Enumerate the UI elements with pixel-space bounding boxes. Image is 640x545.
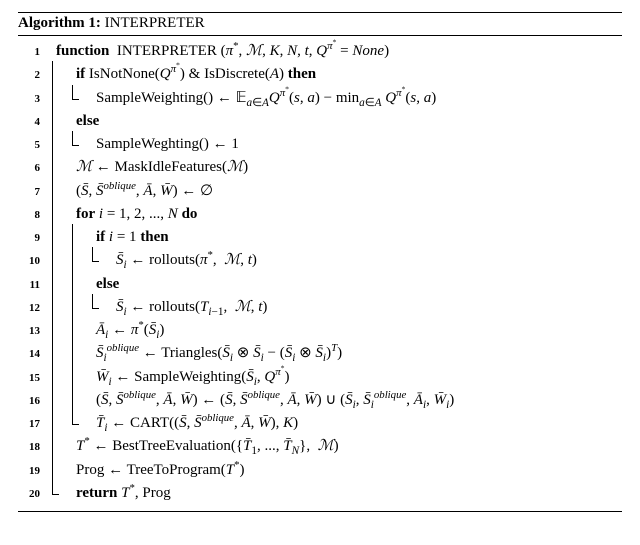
code-line: 4else: [18, 110, 622, 133]
line-text: SampleWeighting() ← 𝔼a∈AQπ*(s, a) − mina…: [46, 87, 436, 110]
algorithm-body: 1function INTERPRETER (π*, ℳ, K, N, t, Q…: [18, 36, 622, 511]
line-text: ℳ ← MaskIdleFeatures(ℳ): [46, 156, 248, 179]
line-content: (S̄, S̄oblique, Ā, W̄) ← ∅: [46, 180, 622, 203]
code-line: 19Prog ← TreeToProgram(T*): [18, 459, 622, 482]
line-number: 8: [18, 207, 46, 224]
code-line: 20return T*, Prog: [18, 482, 622, 505]
line-text: SampleWeghting() ← 1: [46, 133, 239, 156]
line-text: (S̄, S̄oblique, Ā, W̄) ← (S̄, S̄oblique,…: [46, 389, 454, 412]
line-content: W̄i ← SampleWeighting(S̄i, Qπ*): [46, 366, 622, 389]
line-number: 9: [18, 230, 46, 247]
title-number: 1: [88, 15, 96, 31]
line-number: 5: [18, 137, 46, 154]
line-number: 10: [18, 253, 46, 270]
line-content: (S̄, S̄oblique, Ā, W̄) ← (S̄, S̄oblique,…: [46, 389, 622, 412]
algorithm-title: Algorithm 1: INTERPRETER: [18, 13, 622, 36]
title-prefix: Algorithm: [18, 15, 85, 31]
code-line: 6ℳ ← MaskIdleFeatures(ℳ): [18, 156, 622, 179]
line-text: W̄i ← SampleWeighting(S̄i, Qπ*): [46, 366, 290, 389]
line-number: 15: [18, 370, 46, 387]
line-content: S̄i ← rollouts(π*, ℳ, t): [46, 249, 622, 272]
line-text: T* ← BestTreeEvaluation({T̄1, ..., T̄N},…: [46, 435, 339, 458]
line-text: else: [46, 273, 119, 296]
line-number: 17: [18, 416, 46, 433]
code-line: 16(S̄, S̄oblique, Ā, W̄) ← (S̄, S̄obliqu…: [18, 389, 622, 412]
line-text: else: [46, 110, 99, 133]
line-number: 11: [18, 277, 46, 294]
line-number: 7: [18, 184, 46, 201]
line-text: if IsNotNone(Qπ*) & IsDiscrete(A) then: [46, 63, 316, 86]
line-number: 2: [18, 67, 46, 84]
code-line: 13Āi ← π*(S̄i): [18, 319, 622, 342]
code-line: 8for i = 1, 2, ..., N do: [18, 203, 622, 226]
line-content: if i = 1 then: [46, 226, 622, 249]
code-line: 18T* ← BestTreeEvaluation({T̄1, ..., T̄N…: [18, 435, 622, 458]
line-text: S̄i ← rollouts(Ti−1, ℳ, t): [46, 296, 267, 319]
code-line: 14S̄ioblique ← Triangles(S̄i ⊗ S̄i − (S̄…: [18, 342, 622, 365]
title-name: INTERPRETER: [105, 15, 205, 31]
line-content: Āi ← π*(S̄i): [46, 319, 622, 342]
line-number: 4: [18, 114, 46, 131]
code-line: 9if i = 1 then: [18, 226, 622, 249]
line-number: 1: [18, 44, 46, 61]
algorithm-block: Algorithm 1: INTERPRETER 1function INTER…: [18, 12, 622, 512]
line-number: 19: [18, 463, 46, 480]
line-content: SampleWeghting() ← 1: [46, 133, 622, 156]
line-number: 6: [18, 160, 46, 177]
code-line: 1function INTERPRETER (π*, ℳ, K, N, t, Q…: [18, 40, 622, 63]
line-content: T̄i ← CART((S̄, S̄oblique, Ā, W̄), K): [46, 412, 622, 435]
line-text: if i = 1 then: [46, 226, 169, 249]
line-number: 18: [18, 439, 46, 456]
code-line: 11else: [18, 273, 622, 296]
line-text: return T*, Prog: [46, 482, 171, 505]
line-content: T* ← BestTreeEvaluation({T̄1, ..., T̄N},…: [46, 435, 622, 458]
line-content: SampleWeighting() ← 𝔼a∈AQπ*(s, a) − mina…: [46, 87, 622, 110]
code-line: 10S̄i ← rollouts(π*, ℳ, t): [18, 249, 622, 272]
line-number: 16: [18, 393, 46, 410]
line-content: return T*, Prog: [46, 482, 622, 505]
line-content: if IsNotNone(Qπ*) & IsDiscrete(A) then: [46, 63, 622, 86]
line-text: function INTERPRETER (π*, ℳ, K, N, t, Qπ…: [46, 40, 389, 63]
code-line: 12S̄i ← rollouts(Ti−1, ℳ, t): [18, 296, 622, 319]
line-content: ℳ ← MaskIdleFeatures(ℳ): [46, 156, 622, 179]
line-text: S̄ioblique ← Triangles(S̄i ⊗ S̄i − (S̄i …: [46, 342, 342, 365]
line-content: function INTERPRETER (π*, ℳ, K, N, t, Qπ…: [46, 40, 622, 63]
code-line: 17T̄i ← CART((S̄, S̄oblique, Ā, W̄), K): [18, 412, 622, 435]
line-text: S̄i ← rollouts(π*, ℳ, t): [46, 249, 257, 272]
code-line: 15W̄i ← SampleWeighting(S̄i, Qπ*): [18, 366, 622, 389]
line-text: (S̄, S̄oblique, Ā, W̄) ← ∅: [46, 180, 213, 203]
code-line: 2if IsNotNone(Qπ*) & IsDiscrete(A) then: [18, 63, 622, 86]
line-number: 20: [18, 486, 46, 503]
line-number: 3: [18, 91, 46, 108]
code-line: 5SampleWeghting() ← 1: [18, 133, 622, 156]
code-line: 3SampleWeighting() ← 𝔼a∈AQπ*(s, a) − min…: [18, 87, 622, 110]
code-line: 7(S̄, S̄oblique, Ā, W̄) ← ∅: [18, 180, 622, 203]
line-content: for i = 1, 2, ..., N do: [46, 203, 622, 226]
line-content: S̄ioblique ← Triangles(S̄i ⊗ S̄i − (S̄i …: [46, 342, 622, 365]
line-content: Prog ← TreeToProgram(T*): [46, 459, 622, 482]
line-content: else: [46, 273, 622, 296]
line-text: Āi ← π*(S̄i): [46, 319, 164, 342]
line-number: 14: [18, 346, 46, 363]
line-number: 12: [18, 300, 46, 317]
line-number: 13: [18, 323, 46, 340]
line-text: for i = 1, 2, ..., N do: [46, 203, 197, 226]
line-text: T̄i ← CART((S̄, S̄oblique, Ā, W̄), K): [46, 412, 298, 435]
line-content: else: [46, 110, 622, 133]
line-text: Prog ← TreeToProgram(T*): [46, 459, 245, 482]
line-content: S̄i ← rollouts(Ti−1, ℳ, t): [46, 296, 622, 319]
